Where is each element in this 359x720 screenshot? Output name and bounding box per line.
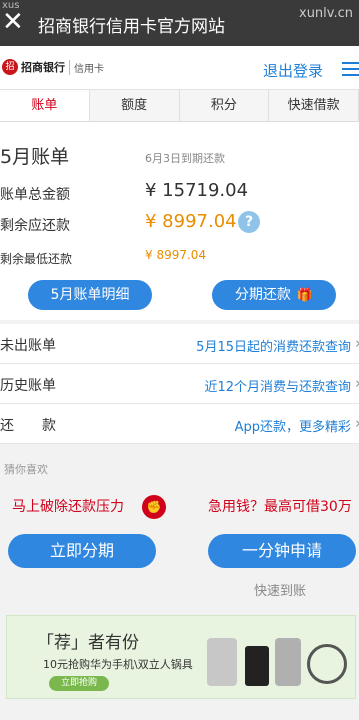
watermark: xunlv.cn bbox=[299, 6, 353, 21]
list-item[interactable]: 历史账单 近12个月消费与还款查询 › bbox=[0, 364, 359, 404]
promo-banner[interactable]: 「荐」者有份 10元抢购华为手机\双立人锅具 立即抢购 bbox=[6, 615, 356, 699]
min-label: 剩余最低还款 bbox=[0, 252, 73, 266]
banner-subtitle: 10元抢购华为手机\双立人锅具 bbox=[43, 658, 193, 671]
promo-right[interactable]: 急用钱？最高可借30万 bbox=[208, 496, 352, 516]
bill-list: 未出账单 5月15日起的消费还款查询 › 历史账单 近12个月消费与还款查询 ›… bbox=[0, 324, 359, 444]
cookware-image bbox=[275, 638, 301, 686]
site-header: 招 招商银行 信用卡 退出登录 bbox=[0, 46, 359, 90]
installment-label: 分期还款 bbox=[234, 287, 291, 303]
tab-limit[interactable]: 额度 bbox=[89, 90, 180, 121]
list-item-action[interactable]: 近12个月消费与还款查询 bbox=[204, 376, 351, 395]
min-value: ¥ 8997.04 bbox=[145, 248, 207, 262]
gift-icon: 🎁 bbox=[296, 288, 314, 303]
logo-name: 招商银行 bbox=[21, 61, 65, 74]
list-item-label: 历史账单 bbox=[0, 378, 56, 394]
banner-cta[interactable]: 立即抢购 bbox=[49, 676, 109, 691]
hamburger-menu-icon[interactable] bbox=[342, 62, 359, 80]
apply-now-button[interactable]: 一分钟申请 bbox=[208, 534, 356, 568]
installment-now-button[interactable]: 立即分期 bbox=[8, 534, 156, 568]
banner-title: 「荐」者有份 bbox=[37, 633, 139, 653]
list-item-label: 未出账单 bbox=[0, 338, 56, 354]
chevron-right-icon: › bbox=[355, 414, 359, 432]
chevron-right-icon: › bbox=[355, 374, 359, 392]
logo-sub: 信用卡 bbox=[69, 59, 104, 75]
bill-month-title: 5月账单 bbox=[0, 146, 70, 168]
tab-quick-loan[interactable]: 快速借款 bbox=[269, 90, 359, 121]
list-item[interactable]: 还 款 App还款，更多精彩 › bbox=[0, 404, 359, 444]
tab-bill[interactable]: 账单 bbox=[0, 90, 90, 121]
installment-button[interactable]: 分期还款 🎁 bbox=[212, 280, 336, 310]
remaining-value: ¥ 8997.04 bbox=[145, 211, 237, 232]
logout-link[interactable]: 退出登录 bbox=[263, 60, 323, 81]
fast-arrival-note: 快速到账 bbox=[254, 584, 307, 599]
promo-left[interactable]: 马上破除还款压力 bbox=[12, 496, 124, 516]
tab-bar: 账单 额度 积分 快速借款 bbox=[0, 90, 359, 122]
bike-image bbox=[307, 644, 347, 684]
help-icon[interactable]: ? bbox=[238, 211, 260, 233]
window-title: 招商银行信用卡官方网站 bbox=[38, 17, 225, 37]
remaining-label: 剩余应还款 bbox=[0, 218, 70, 234]
recommend-heading: 猜你喜欢 bbox=[4, 463, 48, 476]
due-date: 6月3日到期还款 bbox=[145, 152, 225, 165]
total-value: ¥ 15719.04 bbox=[145, 180, 249, 201]
total-label: 账单总金额 bbox=[0, 187, 70, 203]
tab-points[interactable]: 积分 bbox=[179, 90, 270, 121]
bank-logo[interactable]: 招 招商银行 信用卡 bbox=[2, 59, 104, 75]
phone-image bbox=[245, 646, 269, 686]
bill-detail-button[interactable]: 5月账单明细 bbox=[28, 280, 152, 310]
fire-icon: ✊ bbox=[142, 495, 166, 519]
list-item-action[interactable]: App还款，更多精彩 bbox=[235, 416, 351, 435]
page-bottom bbox=[0, 700, 359, 720]
list-item-label: 还 款 bbox=[0, 418, 56, 434]
close-icon[interactable]: ✕ bbox=[2, 7, 24, 37]
suitcase-image bbox=[207, 638, 237, 686]
list-item[interactable]: 未出账单 5月15日起的消费还款查询 › bbox=[0, 324, 359, 364]
list-item-action[interactable]: 5月15日起的消费还款查询 bbox=[196, 336, 351, 355]
window-titlebar: xus ✕ 招商银行信用卡官方网站 xunlv.cn bbox=[0, 0, 359, 46]
bank-logo-icon: 招 bbox=[2, 59, 18, 75]
chevron-right-icon: › bbox=[355, 334, 359, 352]
